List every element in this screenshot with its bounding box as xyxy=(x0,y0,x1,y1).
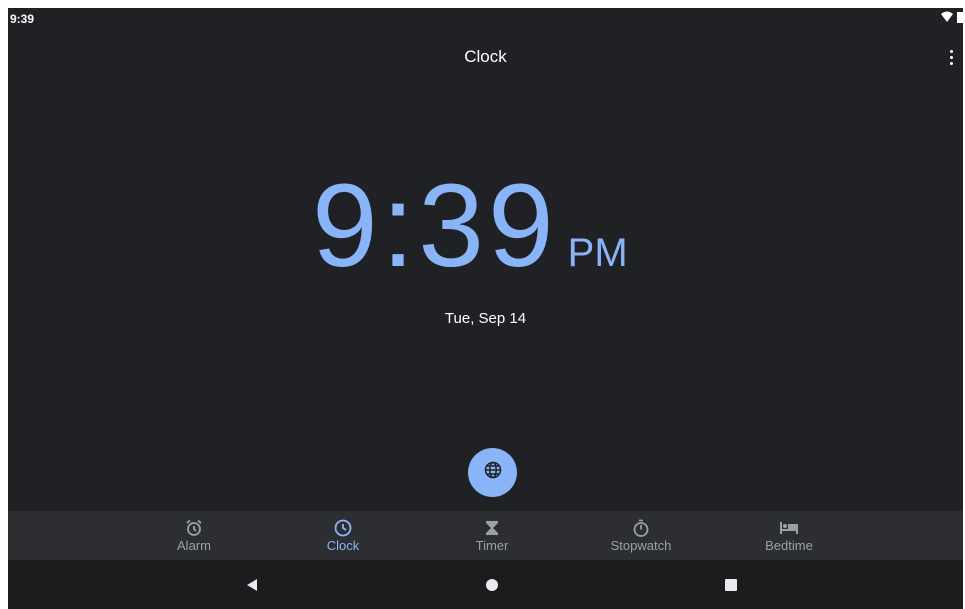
clock-ampm: PM xyxy=(567,231,628,275)
wifi-icon xyxy=(941,11,953,26)
clock-icon xyxy=(334,518,352,538)
tab-alarm[interactable]: Alarm xyxy=(149,511,239,560)
clock-app-screen: 9:39 Clock 9:39 PM Tue, Sep 14 Alarm Clo… xyxy=(8,8,963,609)
home-icon[interactable] xyxy=(479,572,505,598)
digital-clock: 9:39 PM xyxy=(312,158,628,294)
bottom-navigation: Alarm Clock Timer Stopwatch Bedtime xyxy=(8,511,963,560)
status-time: 9:39 xyxy=(10,12,35,26)
hourglass-icon xyxy=(485,518,499,538)
more-vert-icon[interactable] xyxy=(943,46,959,68)
tab-stopwatch[interactable]: Stopwatch xyxy=(596,511,686,560)
system-navigation-bar xyxy=(8,560,963,609)
recents-icon[interactable] xyxy=(718,572,744,598)
battery-icon xyxy=(957,11,963,26)
tab-clock[interactable]: Clock xyxy=(298,511,388,560)
alarm-icon xyxy=(185,518,203,538)
tab-clock-label: Clock xyxy=(326,538,360,553)
tab-bedtime-label: Bedtime xyxy=(765,538,813,553)
back-icon[interactable] xyxy=(239,572,265,598)
tab-bedtime[interactable]: Bedtime xyxy=(744,511,834,560)
status-icons xyxy=(941,11,963,26)
page-title: Clock xyxy=(464,47,507,66)
globe-icon xyxy=(484,461,502,484)
status-bar: 9:39 xyxy=(8,8,963,30)
tab-stopwatch-label: Stopwatch xyxy=(610,538,672,553)
world-clock-button[interactable] xyxy=(468,448,517,497)
bed-icon xyxy=(779,518,799,538)
clock-date: Tue, Sep 14 xyxy=(444,310,527,327)
tab-timer-label: Timer xyxy=(475,538,509,553)
clock-time: 9:39 xyxy=(312,160,558,292)
tab-timer[interactable]: Timer xyxy=(447,511,537,560)
stopwatch-icon xyxy=(632,518,650,538)
tab-alarm-label: Alarm xyxy=(177,538,211,553)
